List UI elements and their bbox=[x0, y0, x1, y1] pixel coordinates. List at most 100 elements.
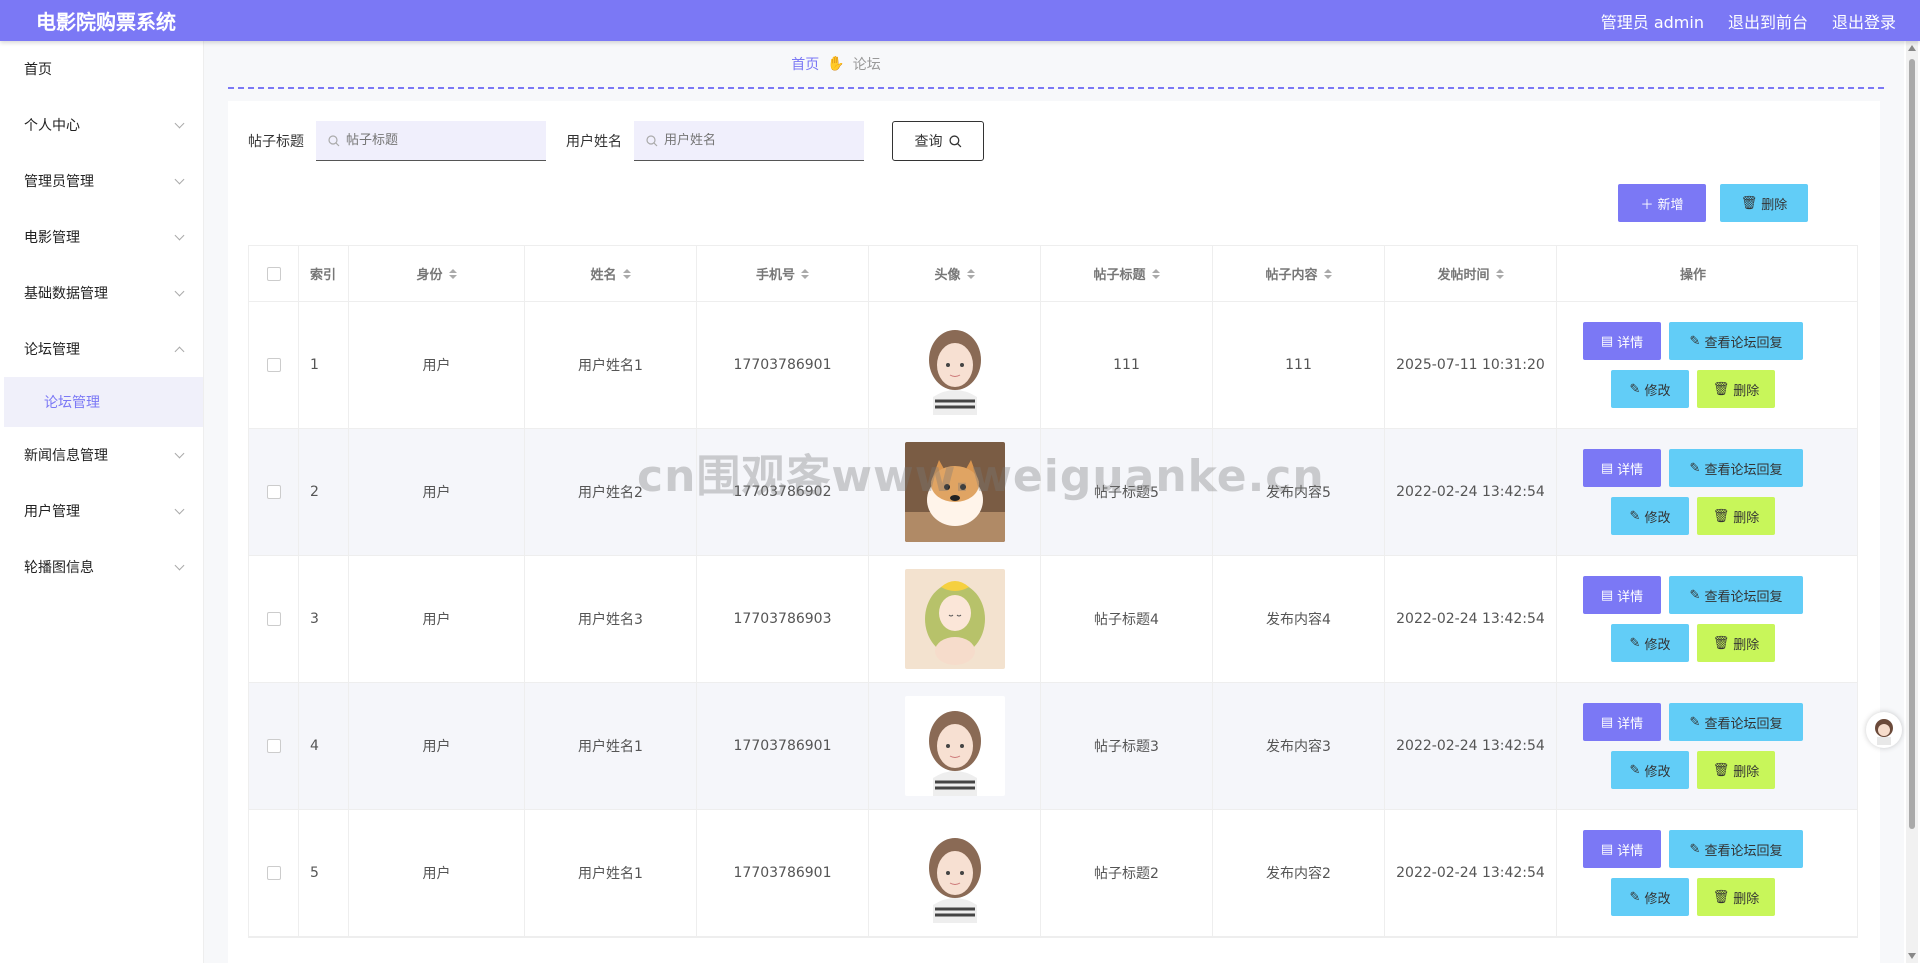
avatar[interactable] bbox=[904, 696, 1005, 796]
cell-time: 2022-02-24 13:42:54 bbox=[1385, 556, 1557, 682]
batch-delete-button[interactable]: 🗑 删除 bbox=[1720, 184, 1808, 222]
sort-icon[interactable] bbox=[1151, 268, 1160, 279]
view-replies-button[interactable]: ✎ 查看论坛回复 bbox=[1669, 576, 1803, 614]
avatar[interactable] bbox=[904, 823, 1005, 923]
detail-label: 详情 bbox=[1617, 716, 1644, 732]
col-avatar[interactable]: 头像 bbox=[869, 246, 1041, 301]
select-all-checkbox[interactable] bbox=[266, 266, 281, 281]
detail-button[interactable]: ▤ 详情 bbox=[1583, 449, 1661, 487]
scroll-thumb[interactable] bbox=[1909, 59, 1915, 829]
cell-time: 2025-07-11 10:31:20 bbox=[1385, 302, 1557, 428]
detail-button[interactable]: ▤ 详情 bbox=[1583, 703, 1661, 741]
sidebar-item-home[interactable]: 首页 bbox=[4, 41, 203, 97]
edit-label: 修改 bbox=[1644, 637, 1671, 653]
row-checkbox[interactable] bbox=[266, 866, 281, 880]
sidebar-item-forum[interactable]: 论坛管理 bbox=[4, 321, 203, 377]
logout-link[interactable]: 退出登录 bbox=[1832, 9, 1896, 33]
search-form: 帖子标题 用户姓名 查询 bbox=[248, 121, 984, 161]
back-to-front-link[interactable]: 退出到前台 bbox=[1728, 9, 1808, 33]
view-replies-button[interactable]: ✎ 查看论坛回复 bbox=[1669, 449, 1803, 487]
cell-index: 3 bbox=[299, 556, 349, 682]
cell-phone: 17703786902 bbox=[697, 429, 869, 555]
breadcrumb-home[interactable]: 首页 bbox=[791, 54, 819, 74]
row-checkbox[interactable] bbox=[266, 358, 281, 372]
col-name[interactable]: 姓名 bbox=[525, 246, 697, 301]
delete-button[interactable]: 🗑 删除 bbox=[1697, 751, 1775, 789]
col-title[interactable]: 帖子标题 bbox=[1041, 246, 1213, 301]
admin-label[interactable]: 管理员 admin bbox=[1601, 9, 1704, 33]
delete-button[interactable]: 🗑 删除 bbox=[1697, 497, 1775, 535]
col-time[interactable]: 发帖时间 bbox=[1385, 246, 1557, 301]
view-replies-button[interactable]: ✎ 查看论坛回复 bbox=[1669, 703, 1803, 741]
sort-icon[interactable] bbox=[1323, 268, 1332, 279]
sidebar-item-movies[interactable]: 电影管理 bbox=[4, 209, 203, 265]
content-panel: 帖子标题 用户姓名 查询 ＋新增 🗑删除 索引 身份 bbox=[228, 101, 1880, 966]
title-search-field[interactable] bbox=[316, 121, 546, 161]
sidebar-item-personal[interactable]: 个人中心 bbox=[4, 97, 203, 153]
sort-icon[interactable] bbox=[801, 268, 809, 279]
avatar[interactable] bbox=[904, 315, 1005, 415]
sidebar-item-news[interactable]: 新闻信息管理 bbox=[4, 427, 203, 483]
sort-icon[interactable] bbox=[622, 268, 631, 279]
scroll-down-icon[interactable] bbox=[1908, 953, 1916, 959]
sidebar-item-admins[interactable]: 管理员管理 bbox=[4, 153, 203, 209]
delete-button[interactable]: 🗑 删除 bbox=[1697, 624, 1775, 662]
sidebar-item-users[interactable]: 用户管理 bbox=[4, 483, 203, 539]
search-icon bbox=[646, 134, 658, 146]
add-button[interactable]: ＋新增 bbox=[1618, 184, 1706, 222]
col-label: 操作 bbox=[1679, 268, 1706, 283]
col-phone[interactable]: 手机号 bbox=[697, 246, 869, 301]
col-content[interactable]: 帖子内容 bbox=[1213, 246, 1385, 301]
edit-icon: ✎ bbox=[1629, 381, 1641, 397]
reply-label: 查看论坛回复 bbox=[1704, 589, 1783, 605]
cell-name: 用户姓名1 bbox=[525, 683, 697, 809]
sidebar-item-basic-data[interactable]: 基础数据管理 bbox=[4, 265, 203, 321]
sort-icon[interactable] bbox=[448, 268, 457, 279]
cell-role: 用户 bbox=[349, 302, 525, 428]
col-label: 帖子内容 bbox=[1265, 268, 1318, 283]
reply-label: 查看论坛回复 bbox=[1704, 843, 1783, 859]
edit-button[interactable]: ✎ 修改 bbox=[1611, 624, 1689, 662]
reply-label: 查看论坛回复 bbox=[1704, 716, 1783, 732]
cell-phone: 17703786901 bbox=[697, 810, 869, 936]
delete-button[interactable]: 🗑 删除 bbox=[1697, 878, 1775, 916]
cell-title: 帖子标题5 bbox=[1041, 429, 1213, 555]
col-role[interactable]: 身份 bbox=[349, 246, 525, 301]
sidebar-item-carousel[interactable]: 轮播图信息 bbox=[4, 539, 203, 595]
cell-time: 2022-02-24 13:42:54 bbox=[1385, 429, 1557, 555]
main-content: 首页 ✋ 论坛 帖子标题 用户姓名 查询 ＋新增 🗑删除 bbox=[204, 41, 1904, 966]
cell-role: 用户 bbox=[349, 556, 525, 682]
view-replies-button[interactable]: ✎ 查看论坛回复 bbox=[1669, 322, 1803, 360]
delete-button[interactable]: 🗑 删除 bbox=[1697, 370, 1775, 408]
avatar[interactable] bbox=[904, 442, 1005, 542]
table-row: 1 用户 用户姓名1 17703786901 111 111 2025-07-11 10:3… bbox=[249, 302, 1857, 429]
detail-button[interactable]: ▤ 详情 bbox=[1583, 576, 1661, 614]
edit-button[interactable]: ✎ 修改 bbox=[1611, 751, 1689, 789]
name-search-field[interactable] bbox=[634, 121, 864, 161]
edit-icon: ✎ bbox=[1629, 508, 1641, 524]
chevron-down-icon bbox=[174, 286, 185, 296]
row-checkbox[interactable] bbox=[266, 485, 281, 499]
edit-button[interactable]: ✎ 修改 bbox=[1611, 878, 1689, 916]
scroll-up-icon[interactable] bbox=[1908, 45, 1916, 51]
cell-ops: ▤ 详情 ✎ 查看论坛回复 ✎ 修改 🗑 删除 bbox=[1557, 302, 1829, 428]
floating-avatar-icon[interactable] bbox=[1866, 712, 1902, 748]
edit-button[interactable]: ✎ 修改 bbox=[1611, 497, 1689, 535]
sidebar-subitem-forum-manage[interactable]: 论坛管理 bbox=[4, 377, 203, 427]
view-replies-button[interactable]: ✎ 查看论坛回复 bbox=[1669, 830, 1803, 868]
page-scrollbar[interactable] bbox=[1906, 41, 1918, 963]
query-button[interactable]: 查询 bbox=[892, 121, 984, 161]
document-icon: ▤ bbox=[1600, 841, 1614, 857]
title-search-input[interactable] bbox=[346, 133, 526, 148]
name-search-input[interactable] bbox=[664, 133, 844, 148]
detail-button[interactable]: ▤ 详情 bbox=[1583, 322, 1661, 360]
table-row: 2 用户 用户姓名2 17703786902 帖子标题5 发布内容5 2022-02-24 … bbox=[249, 429, 1857, 556]
sort-icon[interactable] bbox=[1495, 268, 1504, 279]
avatar[interactable] bbox=[904, 569, 1005, 669]
sort-icon[interactable] bbox=[966, 268, 975, 279]
row-checkbox[interactable] bbox=[266, 612, 281, 626]
row-checkbox[interactable] bbox=[266, 739, 281, 753]
detail-button[interactable]: ▤ 详情 bbox=[1583, 830, 1661, 868]
edit-button[interactable]: ✎ 修改 bbox=[1611, 370, 1689, 408]
cell-time: 2022-02-24 13:42:54 bbox=[1385, 810, 1557, 936]
